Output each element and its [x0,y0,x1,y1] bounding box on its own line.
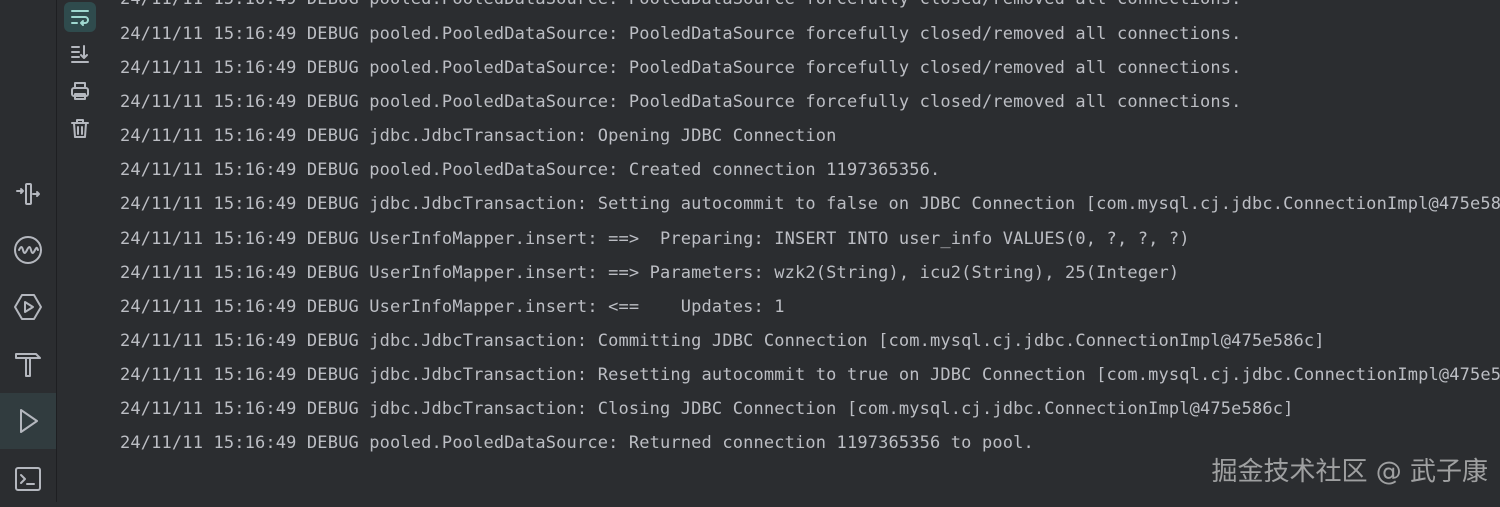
log-line: 24/11/11 15:16:49 DEBUG pooled.PooledDat… [120,58,1242,78]
build-icon[interactable] [0,336,56,392]
log-line: 24/11/11 15:16:49 DEBUG jdbc.JdbcTransac… [120,331,1325,351]
log-line: 24/11/11 15:16:49 DEBUG pooled.PooledDat… [120,433,1034,453]
log-line: 24/11/11 15:16:49 DEBUG pooled.PooledDat… [120,24,1242,44]
console-toolbar [57,0,103,502]
log-line: 24/11/11 15:16:49 DEBUG UserInfoMapper.i… [120,229,1190,249]
print-icon[interactable] [64,76,96,106]
log-line: 24/11/11 15:16:49 DEBUG pooled.PooledDat… [120,0,1242,9]
log-line: 24/11/11 15:16:49 DEBUG jdbc.JdbcTransac… [120,365,1500,385]
log-line: 24/11/11 15:16:49 DEBUG pooled.PooledDat… [120,160,941,180]
terminal-icon[interactable] [0,451,56,507]
log-line: 24/11/11 15:16:49 DEBUG UserInfoMapper.i… [120,263,1180,283]
tool-window-bar [0,0,57,502]
log-line: 24/11/11 15:16:49 DEBUG UserInfoMapper.i… [120,297,785,317]
services-icon[interactable] [0,279,56,335]
watermark: 掘金技术社区 @ 武子康 [1211,457,1488,487]
console-output[interactable]: 24/11/11 15:16:49 DEBUG pooled.PooledDat… [104,0,1500,502]
profiler-icon[interactable] [0,222,56,278]
log-line: 24/11/11 15:16:49 DEBUG jdbc.JdbcTransac… [120,126,837,146]
clear-all-icon[interactable] [64,113,96,143]
log-line: 24/11/11 15:16:49 DEBUG jdbc.JdbcTransac… [120,399,1294,419]
log-line: 24/11/11 15:16:49 DEBUG jdbc.JdbcTransac… [120,194,1500,214]
run-icon[interactable] [0,393,56,449]
plugin-icon[interactable] [0,166,56,222]
scroll-to-end-icon[interactable] [64,38,96,68]
log-line: 24/11/11 15:16:49 DEBUG pooled.PooledDat… [120,92,1242,112]
soft-wrap-icon[interactable] [64,2,96,32]
